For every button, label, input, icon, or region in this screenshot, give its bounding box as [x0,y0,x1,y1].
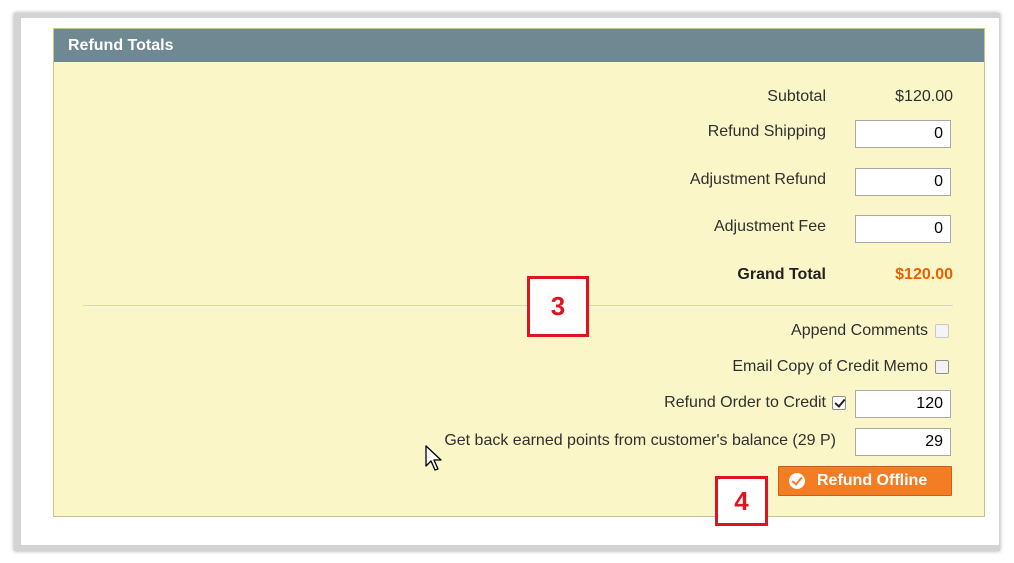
subtotal-label: Subtotal [767,88,826,105]
adjustment-fee-input[interactable] [855,215,951,243]
adjustment-refund-label: Adjustment Refund [689,171,826,188]
subtotal-value: $120.00 [895,88,953,105]
mouse-pointer-icon [425,445,442,471]
panel-title: Refund Totals [54,29,984,62]
refund-shipping-label: Refund Shipping [707,123,826,140]
grand-total-value: $120.00 [895,266,953,283]
callout-3: 3 [527,276,589,337]
divider [83,305,953,306]
refund-to-credit-label: Refund Order to Credit [664,394,826,411]
refund-to-credit-input[interactable] [855,390,951,418]
points-label: Get back earned points from customer's b… [444,432,836,449]
refund-to-credit-checkbox[interactable] [832,396,846,410]
grand-total-label: Grand Total [737,266,826,283]
refund-offline-label: Refund Offline [817,472,928,489]
callout-4: 4 [715,476,768,526]
refund-shipping-input[interactable] [855,120,951,148]
email-copy-label: Email Copy of Credit Memo [732,358,928,375]
refund-offline-button[interactable]: Refund Offline [778,466,952,496]
append-comments-checkbox[interactable] [935,324,949,338]
email-copy-checkbox[interactable] [935,360,949,374]
adjustment-refund-input[interactable] [855,168,951,196]
adjustment-fee-label: Adjustment Fee [713,218,826,235]
points-input[interactable] [855,428,951,456]
append-comments-label: Append Comments [791,322,928,339]
check-circle-icon [789,473,805,489]
